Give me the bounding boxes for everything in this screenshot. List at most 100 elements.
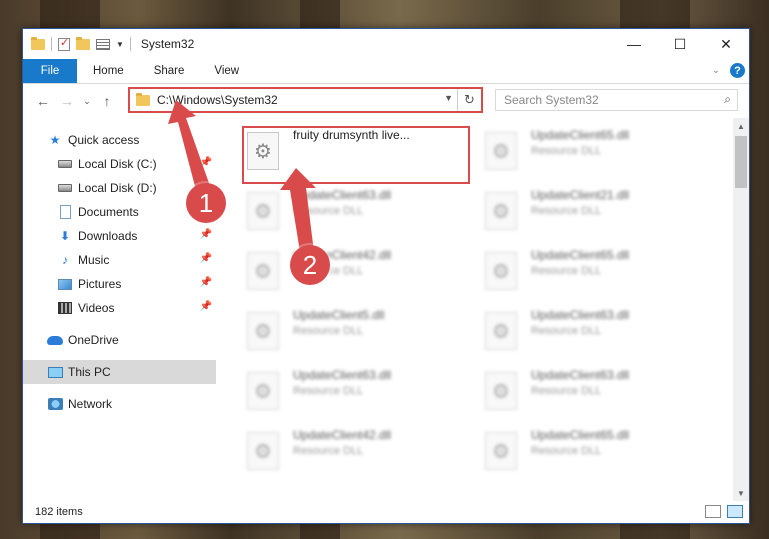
new-folder-icon[interactable] [76, 36, 90, 50]
address-bar[interactable]: C:\Windows\System32 ▼ ↻ [128, 87, 483, 113]
file-highlight-box [242, 126, 470, 184]
dll-file-icon: ⚙ [485, 432, 517, 470]
pin-icon[interactable]: 📌 [200, 301, 212, 312]
computer-icon [47, 366, 63, 378]
sidebar-item-network[interactable]: Network [23, 392, 216, 416]
chevron-down-icon[interactable]: ▼ [116, 40, 124, 49]
file-item[interactable]: ⚙ UpdateClient42.dll Resource DLL [247, 428, 477, 483]
file-item[interactable]: ⚙ UpdateClient63.dll Resource DLL [247, 188, 477, 243]
file-item[interactable]: ⚙ UpdateClient63.dll Resource DLL [485, 308, 715, 363]
file-type: Resource DLL [531, 205, 602, 217]
pictures-icon [58, 278, 72, 290]
sidebar-item-downloads[interactable]: ⬇ Downloads 📌 [23, 224, 216, 248]
close-button[interactable]: ✕ [703, 29, 749, 59]
folder-icon [136, 92, 150, 106]
sidebar-item-label: Music [78, 253, 110, 267]
sidebar-item-label: Videos [78, 301, 115, 315]
chevron-down-icon[interactable]: ▼ [444, 93, 453, 103]
file-type: Resource DLL [293, 325, 364, 337]
sidebar-item-label: Local Disk (D:) [78, 181, 157, 195]
recent-dropdown-icon[interactable]: ⌄ [79, 96, 95, 107]
sidebar-item-music[interactable]: ♪ Music 📌 [23, 248, 216, 272]
file-name: UpdateClient63.dll [293, 188, 392, 202]
sidebar-item-onedrive[interactable]: OneDrive [23, 328, 216, 352]
file-type: Resource DLL [531, 385, 602, 397]
dll-file-icon: ⚙ [485, 252, 517, 290]
file-type: Resource DLL [531, 445, 602, 457]
refresh-icon[interactable]: ↻ [457, 89, 481, 111]
vertical-scrollbar[interactable]: ▲ ▼ [733, 118, 749, 501]
sidebar-item-pictures[interactable]: Pictures 📌 [23, 272, 216, 296]
file-item[interactable]: ⚙ UpdateClient65.dll Resource DLL [485, 128, 715, 183]
navigation-pane: ★ Quick access Local Disk (C:) 📌 Local D… [23, 118, 216, 501]
details-view-icon[interactable] [705, 505, 721, 518]
sidebar-item-label: This PC [68, 365, 111, 379]
customize-icon[interactable] [96, 38, 110, 50]
dll-file-icon: ⚙ [485, 312, 517, 350]
sidebar-item-label: Network [68, 397, 113, 411]
sidebar-item-quick-access[interactable]: ★ Quick access [23, 128, 216, 152]
sidebar-item-videos[interactable]: Videos 📌 [23, 296, 216, 320]
file-name: UpdateClient65.dll [531, 248, 630, 262]
navigation-bar: ← → ⌄ ↑ C:\Windows\System32 ▼ ↻ Search S… [23, 84, 749, 118]
properties-check-icon[interactable] [58, 36, 70, 51]
file-name: UpdateClient65.dll [531, 128, 630, 142]
file-type: Resource DLL [293, 445, 364, 457]
file-name: UpdateClient65.dll [531, 428, 630, 442]
music-icon: ♪ [62, 253, 68, 267]
pin-icon[interactable]: 📌 [200, 157, 212, 168]
search-input[interactable]: Search System32 ⌕ [495, 89, 738, 111]
drive-icon [58, 184, 72, 192]
pin-icon[interactable]: 📌 [200, 277, 212, 288]
toolbar-separator [129, 37, 131, 51]
help-icon[interactable]: ? [730, 63, 745, 78]
file-type: Resource DLL [293, 385, 364, 397]
quick-access-toolbar: ▼ [31, 36, 131, 51]
tab-home[interactable]: Home [77, 59, 139, 83]
file-item[interactable]: ⚙ UpdateClient21.dll Resource DLL [485, 188, 715, 243]
pin-icon[interactable]: 📌 [200, 253, 212, 264]
maximize-button[interactable]: ☐ [657, 29, 703, 59]
chevron-down-icon[interactable]: ⌄ [712, 65, 720, 76]
dll-file-icon: ⚙ [485, 192, 517, 230]
toolbar-separator [51, 37, 52, 51]
sidebar-item-local-disk-c[interactable]: Local Disk (C:) 📌 [23, 152, 216, 176]
sidebar-item-label: Documents [78, 205, 139, 219]
tab-file[interactable]: File [23, 59, 77, 83]
file-item[interactable]: ⚙ UpdateClient63.dll Resource DLL [485, 368, 715, 423]
folder-icon [31, 36, 45, 50]
file-item[interactable]: ⚙ UpdateClient63.dll Resource DLL [247, 368, 477, 423]
file-item[interactable]: ⚙ UpdateClient5.dll Resource DLL [247, 308, 477, 363]
dll-file-icon: ⚙ [247, 372, 279, 410]
file-item[interactable]: ⚙ UpdateClient65.dll Resource DLL [485, 248, 715, 303]
tiles-view-icon[interactable] [727, 505, 743, 518]
ribbon-tabs: File Home Share View ⌄ ? [23, 59, 749, 84]
drive-icon [58, 160, 72, 168]
scroll-down-icon[interactable]: ▼ [733, 485, 749, 501]
up-arrow-icon[interactable]: ↑ [95, 93, 119, 109]
file-item[interactable]: ⚙ UpdateClient65.dll Resource DLL [485, 428, 715, 483]
file-item[interactable]: ⚙ UpdateClient42.dll Resource DLL [247, 248, 477, 303]
scroll-up-icon[interactable]: ▲ [733, 118, 749, 134]
file-name: UpdateClient21.dll [531, 188, 630, 202]
search-icon: ⌕ [724, 92, 731, 106]
scrollbar-thumb[interactable] [735, 136, 747, 188]
step-callout-2: 2 [290, 245, 330, 285]
file-name: UpdateClient63.dll [531, 368, 630, 382]
tab-view[interactable]: View [199, 59, 254, 83]
title-bar: ▼ System32 — ☐ ✕ [23, 29, 749, 59]
tab-share[interactable]: Share [139, 59, 200, 83]
dll-file-icon: ⚙ [247, 252, 279, 290]
sidebar-item-label: Local Disk (C:) [78, 157, 157, 171]
sidebar-item-this-pc[interactable]: This PC [23, 360, 216, 384]
step-callout-1: 1 [186, 183, 226, 223]
sidebar-item-label: OneDrive [68, 333, 119, 347]
file-name: UpdateClient63.dll [531, 308, 630, 322]
back-arrow-icon[interactable]: ← [31, 93, 55, 109]
dll-file-icon: ⚙ [247, 192, 279, 230]
dll-file-icon: ⚙ [485, 132, 517, 170]
forward-arrow-icon[interactable]: → [55, 93, 79, 109]
minimize-button[interactable]: — [611, 29, 657, 59]
documents-icon [59, 205, 71, 219]
pin-icon[interactable]: 📌 [200, 229, 212, 240]
